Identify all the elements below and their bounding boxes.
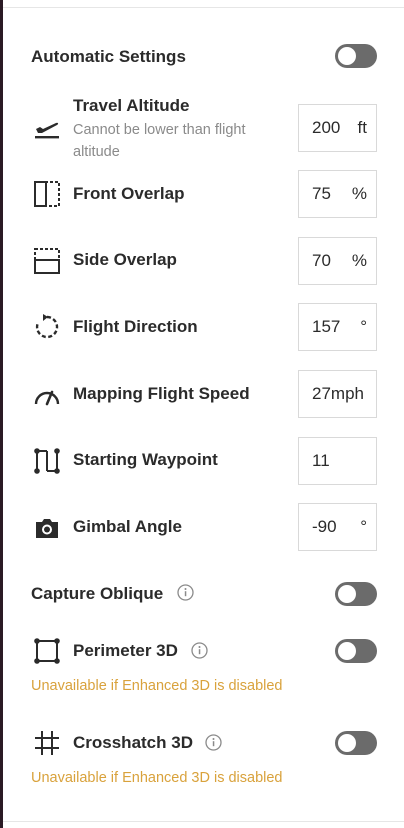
travel-altitude-input[interactable]: 200 ft xyxy=(298,104,377,152)
perimeter-3d-toggle[interactable] xyxy=(335,639,377,663)
mapping-flight-speed-value: 27mph xyxy=(312,384,364,403)
info-icon[interactable] xyxy=(205,734,222,751)
gimbal-angle-value: -90 xyxy=(312,517,337,536)
gimbal-angle-unit: ° xyxy=(360,517,367,536)
front-overlap-input[interactable]: 75 % xyxy=(298,170,377,218)
flight-direction-value: 157 xyxy=(312,317,341,336)
side-overlap-input[interactable]: 70 % xyxy=(298,237,377,285)
front-overlap-unit: % xyxy=(351,184,367,203)
side-overlap-unit: % xyxy=(351,251,367,270)
background-app-edge xyxy=(0,0,3,828)
starting-waypoint-value: 11 xyxy=(312,451,330,470)
side-overlap-label: Side Overlap xyxy=(73,250,177,269)
flight-direction-label: Flight Direction xyxy=(73,317,198,336)
rotate-icon xyxy=(35,314,59,339)
crosshatch-3d-warning: Unavailable if Enhanced 3D is disabled xyxy=(31,770,283,786)
info-icon[interactable] xyxy=(191,642,208,659)
gimbal-angle-label: Gimbal Angle xyxy=(73,517,182,536)
speedometer-icon xyxy=(34,390,60,406)
flight-direction-unit: ° xyxy=(360,317,367,336)
mapping-flight-speed-label: Mapping Flight Speed xyxy=(73,384,250,403)
front-overlap-icon xyxy=(34,181,60,207)
flight-direction-input[interactable]: 157 ° xyxy=(298,303,377,351)
takeoff-icon xyxy=(35,122,59,139)
front-overlap-label: Front Overlap xyxy=(73,184,185,203)
capture-oblique-label: Capture Oblique xyxy=(31,584,164,603)
crosshatch-3d-toggle[interactable] xyxy=(335,731,377,755)
mapping-flight-speed-input[interactable]: 27mph xyxy=(298,370,377,418)
starting-waypoint-input[interactable]: 11 xyxy=(298,437,377,485)
travel-altitude-unit: ft xyxy=(357,118,367,137)
capture-oblique-toggle[interactable] xyxy=(335,582,377,606)
toggle-knob xyxy=(338,47,356,65)
automatic-settings-label: Automatic Settings xyxy=(31,47,186,66)
automatic-settings-toggle[interactable] xyxy=(335,44,377,68)
travel-altitude-hint: Cannot be lower than flight altitude xyxy=(73,122,246,160)
perimeter-3d-warning: Unavailable if Enhanced 3D is disabled xyxy=(31,678,283,694)
perimeter-icon xyxy=(34,638,60,664)
crosshatch-3d-label: Crosshatch 3D xyxy=(73,733,193,752)
gimbal-angle-input[interactable]: -90 ° xyxy=(298,503,377,551)
toggle-knob xyxy=(338,585,356,603)
toggle-knob xyxy=(338,642,356,660)
panel-bottom-divider xyxy=(3,821,404,822)
front-overlap-value: 75 xyxy=(312,184,331,203)
travel-altitude-value: 200 xyxy=(312,118,341,137)
starting-waypoint-label: Starting Waypoint xyxy=(73,450,218,469)
panel-top-divider xyxy=(3,7,404,8)
side-overlap-icon xyxy=(34,248,60,274)
crosshatch-icon xyxy=(35,731,59,755)
perimeter-3d-label: Perimeter 3D xyxy=(73,641,178,660)
info-icon[interactable] xyxy=(177,584,194,601)
toggle-knob xyxy=(338,734,356,752)
side-overlap-value: 70 xyxy=(312,251,331,270)
camera-icon xyxy=(36,519,58,538)
waypoint-path-icon xyxy=(34,448,60,474)
travel-altitude-label: Travel Altitude xyxy=(73,96,190,115)
